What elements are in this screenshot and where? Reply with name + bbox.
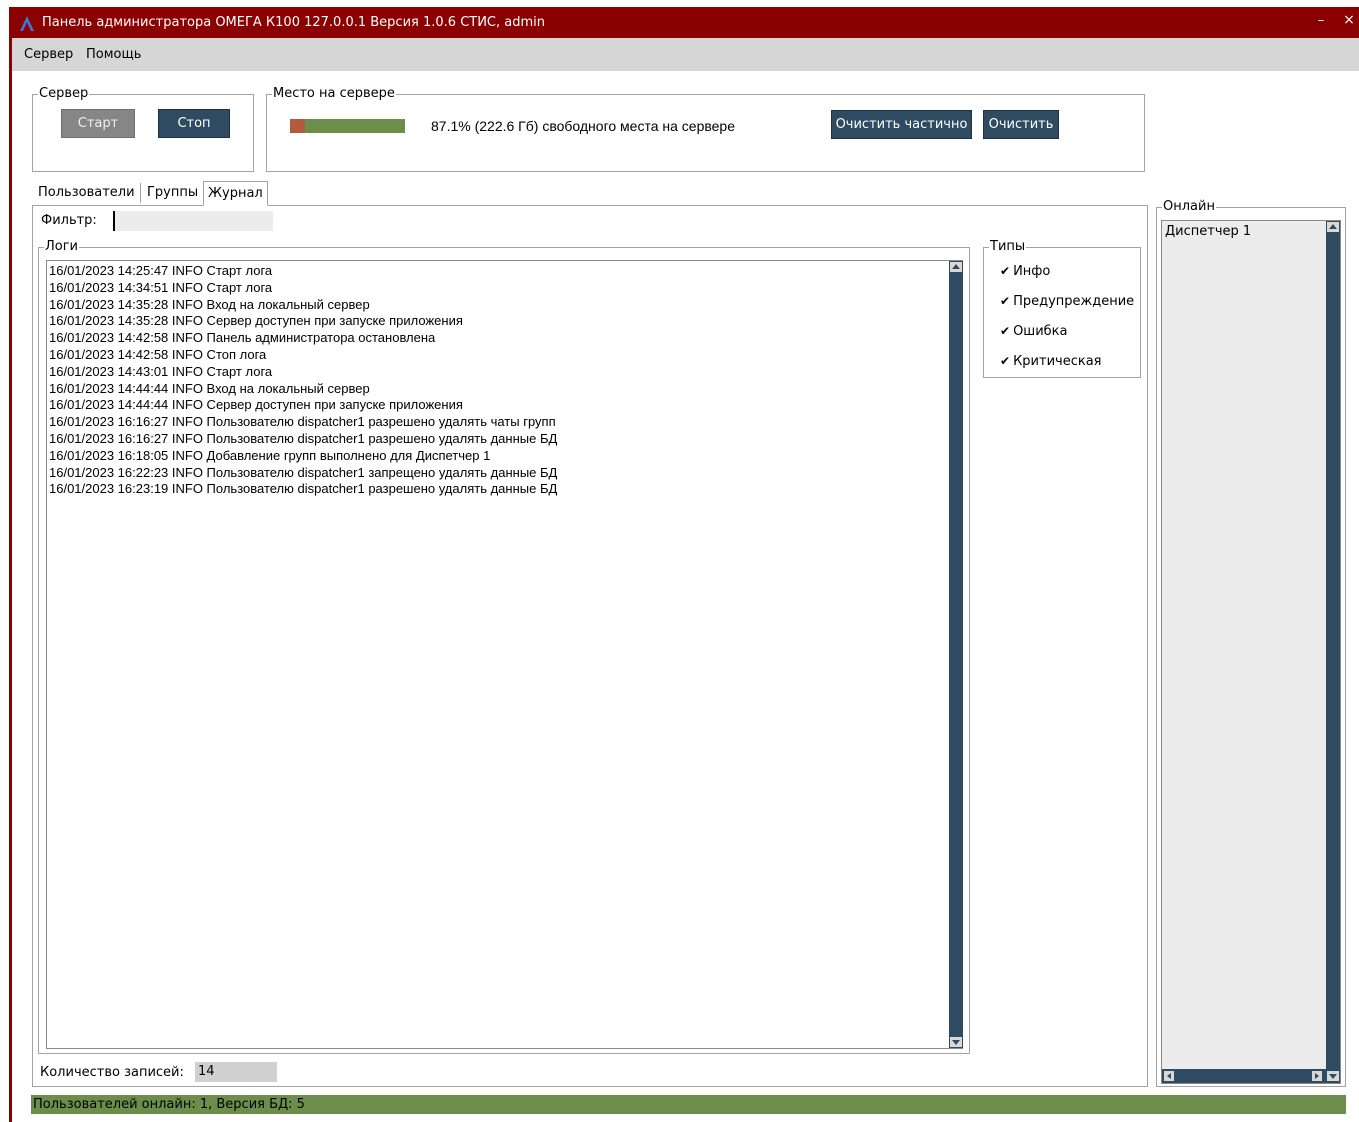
log-scroll-down-icon[interactable] [950, 1037, 962, 1047]
tab-separator [140, 183, 141, 203]
title-bar[interactable]: Панель администратора ОМЕГА К100 127.0.0… [12, 7, 1359, 38]
log-entry[interactable]: 16/01/2023 14:44:44 INFO Вход на локальн… [49, 381, 557, 398]
checkbox-check-icon: ✔ [1000, 294, 1011, 308]
online-scroll-left-icon[interactable] [1164, 1071, 1174, 1081]
log-entry[interactable]: 16/01/2023 16:23:19 INFO Пользователю di… [49, 481, 557, 498]
tab-users[interactable]: Пользователи [34, 181, 139, 206]
online-list[interactable]: Диспетчер 1 [1161, 220, 1341, 1084]
log-entry[interactable]: 16/01/2023 16:16:27 INFO Пользователю di… [49, 414, 557, 431]
window-left-border [9, 7, 12, 1122]
online-user-item[interactable]: Диспетчер 1 [1165, 224, 1251, 239]
log-entry[interactable]: 16/01/2023 14:42:58 INFO Панель админист… [49, 330, 557, 347]
log-scroll-up-icon[interactable] [950, 262, 962, 272]
type-info-checkbox[interactable]: ✔ Инфо [1000, 264, 1050, 279]
log-list[interactable]: 16/01/2023 14:25:47 INFO Старт лога 16/01… [46, 260, 963, 1049]
logs-title: Логи [44, 239, 80, 255]
online-hscrollbar[interactable] [1162, 1069, 1326, 1083]
online-scroll-down-icon[interactable] [1327, 1071, 1339, 1081]
online-scroll-corner [1326, 1069, 1340, 1083]
disk-used-segment [290, 119, 305, 133]
server-group-title: Сервер [38, 86, 90, 102]
log-entry[interactable]: 16/01/2023 16:22:23 INFO Пользователю di… [49, 465, 557, 482]
type-error-label: Ошибка [1013, 324, 1068, 339]
status-bar: Пользователей онлайн: 1, Версия БД: 5 [31, 1095, 1346, 1114]
filter-label: Фильтр: [41, 213, 97, 228]
server-space-title: Место на сервере [272, 86, 396, 102]
log-entry[interactable]: 16/01/2023 16:18:05 INFO Добавление груп… [49, 448, 557, 465]
type-warning-label: Предупреждение [1013, 294, 1135, 309]
type-error-checkbox[interactable]: ✔ Ошибка [1000, 324, 1067, 339]
minimize-button[interactable]: – [1314, 13, 1328, 28]
disk-space-text: 87.1% (222.6 Гб) свободного места на сер… [431, 118, 736, 134]
online-scroll-right-icon[interactable] [1312, 1071, 1322, 1081]
online-group: Онлайн Диспетчер 1 [1156, 199, 1346, 1087]
log-entry[interactable]: 16/01/2023 14:35:28 INFO Вход на локальн… [49, 297, 557, 314]
log-entry[interactable]: 16/01/2023 14:35:28 INFO Сервер доступен… [49, 313, 557, 330]
omega-logo-icon [20, 16, 34, 31]
checkbox-check-icon: ✔ [1000, 324, 1011, 338]
online-vscrollbar[interactable] [1326, 221, 1340, 1069]
log-entry[interactable]: 16/01/2023 14:25:47 INFO Старт лога [49, 263, 557, 280]
type-critical-checkbox[interactable]: ✔ Критическая [1000, 354, 1101, 369]
types-group: Типы ✔ Инфо ✔ Предупреждение ✔ Ошибка ✔ Крит… [983, 239, 1141, 378]
clear-button[interactable]: Очистить [983, 110, 1059, 139]
server-space-group: Место на сервере 87.1% (222.6 Гб) свобод… [266, 86, 1145, 172]
online-title: Онлайн [1162, 199, 1216, 215]
window-title: Панель администратора ОМЕГА К100 127.0.0… [42, 15, 546, 30]
type-info-label: Инфо [1013, 264, 1051, 279]
stop-button[interactable]: Стоп [158, 109, 230, 138]
type-critical-label: Критическая [1013, 354, 1102, 369]
tab-journal[interactable]: Журнал [203, 181, 268, 206]
type-warning-checkbox[interactable]: ✔ Предупреждение [1000, 294, 1134, 309]
tab-groups[interactable]: Группы [143, 181, 202, 206]
close-button[interactable]: × [1342, 12, 1356, 28]
menu-server[interactable]: Сервер [24, 47, 73, 62]
filter-input[interactable] [113, 211, 273, 231]
log-entry[interactable]: 16/01/2023 14:43:01 INFO Старт лога [49, 364, 557, 381]
log-entry[interactable]: 16/01/2023 16:16:27 INFO Пользователю di… [49, 431, 557, 448]
log-entry[interactable]: 16/01/2023 14:44:44 INFO Сервер доступен… [49, 397, 557, 414]
log-entry[interactable]: 16/01/2023 14:42:58 INFO Стоп лога [49, 347, 557, 364]
record-count-label: Количество записей: [40, 1065, 184, 1080]
menu-help[interactable]: Помощь [86, 47, 141, 62]
log-entry[interactable]: 16/01/2023 14:34:51 INFO Старт лога [49, 280, 557, 297]
checkbox-check-icon: ✔ [1000, 264, 1011, 278]
start-button[interactable]: Старт [61, 109, 135, 138]
checkbox-check-icon: ✔ [1000, 354, 1011, 368]
log-scrollbar[interactable] [949, 261, 963, 1048]
types-title: Типы [989, 239, 1027, 255]
record-count-value: 14 [195, 1062, 277, 1082]
server-group: Сервер Старт Стоп [32, 86, 254, 172]
disk-usage-bar [290, 119, 405, 133]
clear-partial-button[interactable]: Очистить частично [831, 110, 972, 139]
log-lines: 16/01/2023 14:25:47 INFO Старт лога 16/01… [49, 263, 557, 498]
logs-group: Логи 16/01/2023 14:25:47 INFO Старт лога… [38, 239, 970, 1054]
online-scroll-up-icon[interactable] [1327, 222, 1339, 232]
menu-bar: Сервер Помощь [12, 38, 1359, 71]
